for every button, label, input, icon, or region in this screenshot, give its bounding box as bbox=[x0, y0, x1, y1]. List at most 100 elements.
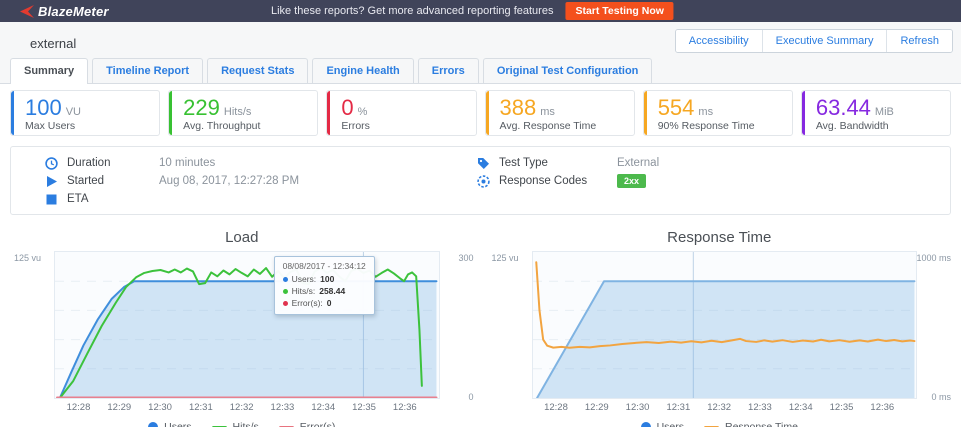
test-type-tag-icon bbox=[477, 157, 490, 170]
detail-value: External bbox=[617, 157, 659, 169]
kpi-unit: Hits/s bbox=[224, 106, 252, 118]
kpi-unit: ms bbox=[540, 106, 555, 118]
x-axis-tick-label: 12:30 bbox=[626, 402, 650, 413]
legend-dot-icon bbox=[641, 422, 651, 427]
x-axis-tick-label: 12:33 bbox=[748, 402, 772, 413]
executive-summary-button[interactable]: Executive Summary bbox=[762, 30, 887, 52]
sub-header: external Accessibility Executive Summary… bbox=[0, 22, 961, 58]
kpi-value: 388 bbox=[500, 96, 537, 120]
x-axis-tick-label: 12:33 bbox=[271, 402, 295, 413]
tab-errors[interactable]: Errors bbox=[418, 58, 479, 83]
kpi-accent bbox=[802, 91, 805, 135]
kpi-value: 229 bbox=[183, 96, 220, 120]
tooltip-row-errors: Error(s):0 bbox=[283, 297, 366, 309]
kpi-unit: VU bbox=[66, 106, 81, 118]
detail-row-response-codes: Response Codes 2xx bbox=[443, 172, 950, 190]
x-axis-tick-label: 12:36 bbox=[870, 402, 894, 413]
detail-row-started: Started Aug 08, 2017, 12:27:28 PM bbox=[11, 172, 443, 190]
x-axis-tick-label: 12:36 bbox=[393, 402, 417, 413]
tab-request-stats[interactable]: Request Stats bbox=[207, 58, 308, 83]
errors-bullet-icon bbox=[283, 301, 288, 306]
refresh-button[interactable]: Refresh bbox=[886, 30, 952, 52]
x-axis-tick-label: 12:32 bbox=[707, 402, 731, 413]
rt-left-axis-max-label: 125 vu bbox=[492, 253, 519, 263]
x-axis-tick-label: 12:29 bbox=[585, 402, 609, 413]
load-chart-title: Load bbox=[10, 227, 474, 251]
kpi-label: Avg. Response Time bbox=[500, 120, 624, 132]
response-codes-icon bbox=[477, 175, 490, 188]
kpi-avg-throughput: 229Hits/s Avg. Throughput bbox=[168, 90, 318, 136]
eta-stop-icon bbox=[45, 193, 58, 206]
tab-engine-health[interactable]: Engine Health bbox=[312, 58, 413, 83]
tooltip-row-users: Users:100 bbox=[283, 273, 366, 285]
response-time-canvas bbox=[533, 252, 917, 398]
load-chart-x-axis: 12:2812:2912:3012:3112:3212:3312:3412:35… bbox=[54, 402, 440, 416]
kpi-max-users: 100 VU Max Users bbox=[10, 90, 160, 136]
load-chart-plot-area[interactable]: 08/08/2017 - 12:34:12 Users:100 Hits/s:2… bbox=[54, 251, 440, 399]
start-testing-now-button[interactable]: Start Testing Now bbox=[565, 2, 673, 20]
detail-value: Aug 08, 2017, 12:27:28 PM bbox=[159, 175, 299, 187]
legend-item-hits-s[interactable]: Hits/s bbox=[212, 421, 259, 427]
hits-bullet-icon bbox=[283, 289, 288, 294]
kpi-accent bbox=[644, 91, 647, 135]
charts-row: Load 125 vu 300 0 08/08/2017 - 12:34:12 … bbox=[10, 227, 951, 427]
kpi-cards: 100VU Max Users 229Hits/s Avg. Throughpu… bbox=[10, 90, 951, 136]
detail-value: 10 minutes bbox=[159, 157, 215, 169]
x-axis-tick-label: 12:34 bbox=[311, 402, 335, 413]
legend-dot-icon bbox=[148, 422, 158, 427]
test-details-panel: Duration 10 minutes Started Aug 08, 2017… bbox=[10, 146, 951, 215]
kpi-accent bbox=[11, 91, 14, 135]
kpi-accent bbox=[327, 91, 330, 135]
rt-right-axis-min-label: 0 ms bbox=[931, 392, 951, 402]
tooltip-timestamp: 08/08/2017 - 12:34:12 bbox=[283, 261, 366, 271]
kpi-errors: 0% Errors bbox=[326, 90, 476, 136]
kpi-unit: % bbox=[358, 106, 368, 118]
kpi-value: 554 bbox=[658, 96, 695, 120]
load-right-axis-max-label: 300 bbox=[458, 253, 473, 263]
response-code-badge: 2xx bbox=[617, 174, 646, 188]
legend-label: Users bbox=[164, 421, 191, 427]
legend-label: Error(s) bbox=[300, 421, 336, 427]
kpi-label: Errors bbox=[341, 120, 465, 132]
legend-item-users[interactable]: Users bbox=[148, 421, 191, 427]
detail-row-test-type: Test Type External bbox=[443, 154, 950, 172]
detail-label: Test Type bbox=[499, 157, 617, 169]
tooltip-row-hits: Hits/s:258.44 bbox=[283, 285, 366, 297]
kpi-avg-bandwidth: 63.44MiB Avg. Bandwidth bbox=[801, 90, 951, 136]
load-chart-tooltip: 08/08/2017 - 12:34:12 Users:100 Hits/s:2… bbox=[274, 256, 375, 315]
kpi-value: 63.44 bbox=[816, 96, 871, 120]
response-time-x-axis: 12:2812:2912:3012:3112:3212:3312:3412:35… bbox=[532, 402, 918, 416]
load-left-axis-max-label: 125 vu bbox=[14, 253, 41, 263]
kpi-value: 100 bbox=[25, 96, 62, 120]
detail-label: ETA bbox=[67, 193, 159, 205]
response-time-chart-title: Response Time bbox=[488, 227, 952, 251]
kpi-avg-response-time: 388ms Avg. Response Time bbox=[485, 90, 635, 136]
response-time-chart: Response Time 125 vu 1000 ms 0 ms 12:281… bbox=[488, 227, 952, 427]
legend-item-response-time[interactable]: Response Time bbox=[704, 421, 798, 427]
kpi-unit: ms bbox=[698, 106, 713, 118]
started-play-icon bbox=[45, 175, 58, 188]
x-axis-tick-label: 12:31 bbox=[189, 402, 213, 413]
tab-timeline-report[interactable]: Timeline Report bbox=[92, 58, 203, 83]
legend-item-users[interactable]: Users bbox=[641, 421, 684, 427]
kpi-label: Max Users bbox=[25, 120, 149, 132]
tab-original-test-configuration[interactable]: Original Test Configuration bbox=[483, 58, 653, 83]
x-axis-tick-label: 12:28 bbox=[67, 402, 91, 413]
x-axis-tick-label: 12:34 bbox=[789, 402, 813, 413]
header-action-buttons: Accessibility Executive Summary Refresh bbox=[675, 29, 953, 53]
tab-bar: Summary Timeline Report Request Stats En… bbox=[0, 58, 961, 84]
legend-item-error-s-[interactable]: Error(s) bbox=[279, 421, 336, 427]
kpi-90-response-time: 554ms 90% Response Time bbox=[643, 90, 793, 136]
load-chart-legend: Users Hits/s Error(s) bbox=[10, 419, 474, 427]
blazemeter-flame-icon bbox=[20, 5, 34, 18]
summary-content: 100VU Max Users 229Hits/s Avg. Throughpu… bbox=[0, 84, 961, 427]
blazemeter-logo[interactable]: BlazeMeter bbox=[20, 4, 109, 19]
details-right-column: Test Type External Response Codes 2xx bbox=[443, 154, 950, 208]
response-time-plot-area[interactable] bbox=[532, 251, 918, 399]
legend-label: Hits/s bbox=[233, 421, 259, 427]
accessibility-button[interactable]: Accessibility bbox=[676, 30, 762, 52]
x-axis-tick-label: 12:32 bbox=[230, 402, 254, 413]
x-axis-tick-label: 12:35 bbox=[830, 402, 854, 413]
page-title: external bbox=[30, 36, 76, 51]
tab-summary[interactable]: Summary bbox=[10, 58, 88, 84]
